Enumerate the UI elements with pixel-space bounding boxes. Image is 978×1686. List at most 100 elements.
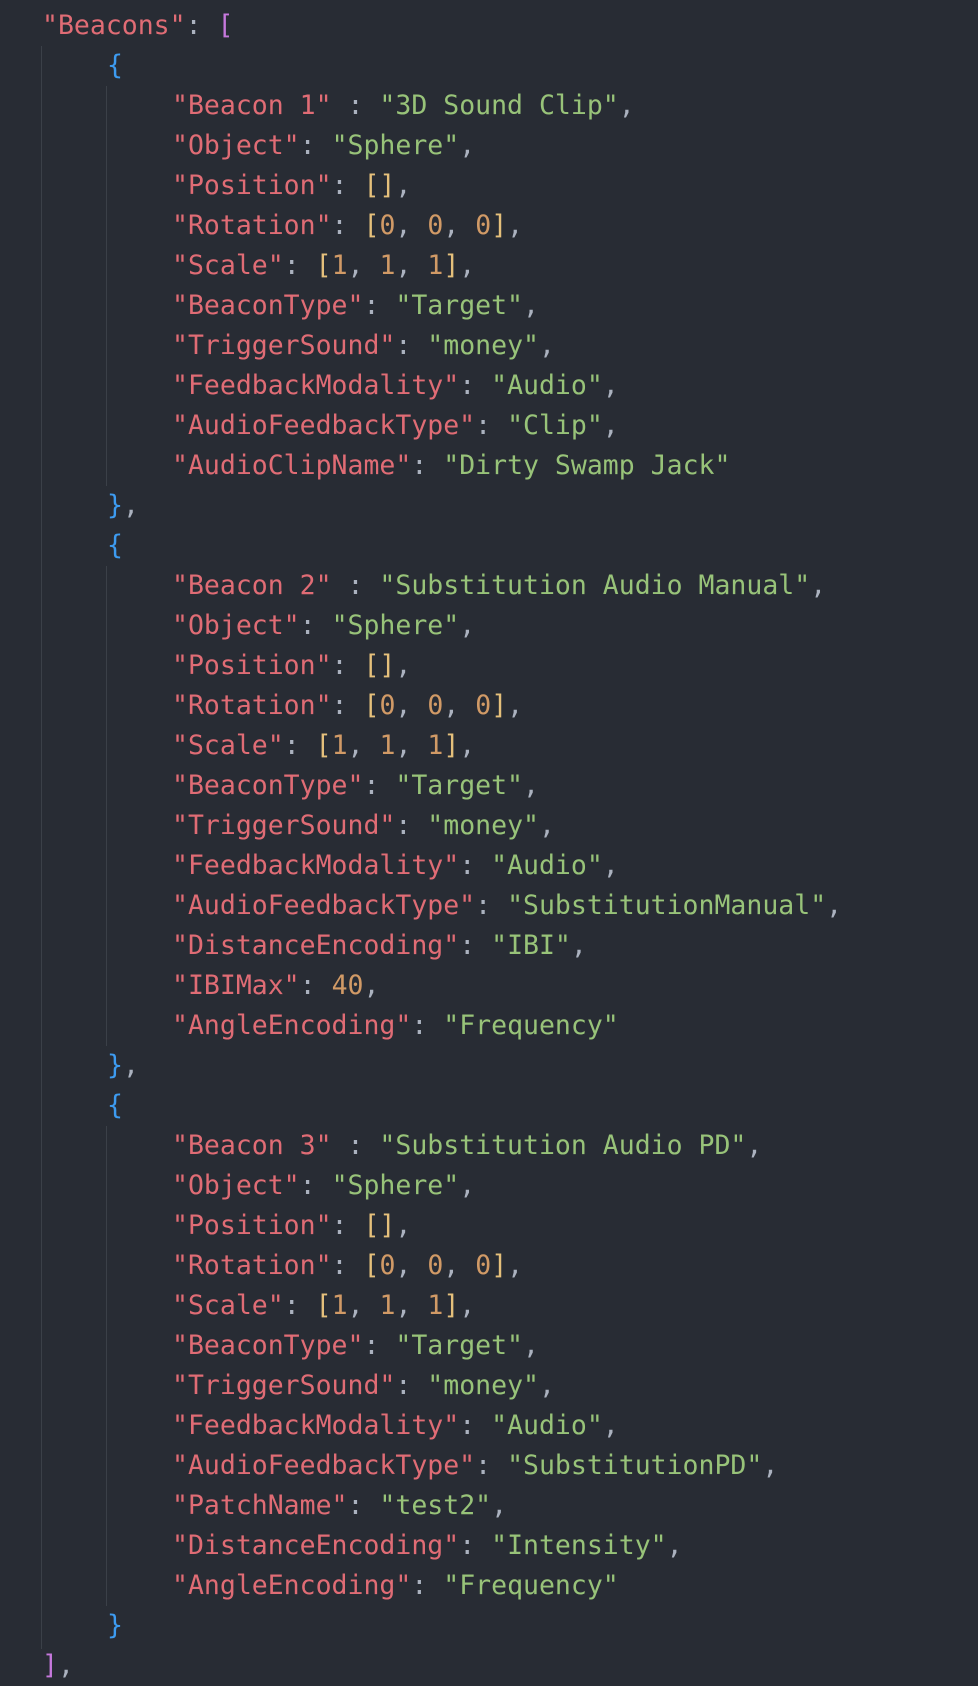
string-value: "Target"	[395, 290, 524, 321]
json-key: "Scale"	[172, 250, 284, 281]
code-line: "Object": "Sphere",	[172, 126, 475, 166]
string-value: "money"	[427, 810, 539, 841]
number-value: 1	[427, 730, 444, 761]
json-key: "DistanceEncoding"	[172, 1530, 460, 1561]
punctuation: ,	[347, 730, 380, 761]
number-value: 0	[379, 690, 396, 721]
punctuation: ,	[57, 1650, 74, 1681]
bracket: ]	[42, 1650, 58, 1681]
string-value: "money"	[427, 330, 539, 361]
punctuation: ,	[122, 1050, 139, 1081]
punctuation: :	[331, 1130, 380, 1161]
indent-guide-level1	[41, 46, 42, 1649]
code-line: "TriggerSound": "money",	[172, 326, 555, 366]
code-line: "AudioFeedbackType": "SubstitutionPD",	[172, 1446, 778, 1486]
code-line: "BeaconType": "Target",	[172, 286, 539, 326]
code-line: "Rotation": [0, 0, 0],	[172, 1246, 523, 1286]
number-value: 1	[379, 250, 396, 281]
brace: }	[107, 1050, 123, 1081]
punctuation: ,	[523, 1330, 539, 1361]
punctuation: ,	[602, 1410, 619, 1441]
number-value: 1	[427, 250, 444, 281]
punctuation: ,	[570, 930, 587, 961]
code-editor[interactable]: "Beacons": [{"Beacon 1" : "3D Sound Clip…	[0, 0, 978, 1683]
punctuation: :	[331, 1210, 364, 1241]
string-value: "Dirty Swamp Jack"	[443, 450, 731, 481]
json-key: "Beacon 1"	[172, 90, 332, 121]
json-key: "TriggerSound"	[172, 330, 396, 361]
code-line: }	[107, 1606, 123, 1646]
indent-guide-level2-block3	[106, 1126, 107, 1606]
json-key: "TriggerSound"	[172, 810, 396, 841]
string-value: "SubstitutionPD"	[507, 1450, 763, 1481]
string-value: "Sphere"	[331, 130, 460, 161]
json-key: "PatchName"	[172, 1490, 348, 1521]
number-value: 0	[427, 1250, 444, 1281]
code-line: "PatchName": "test2",	[172, 1486, 507, 1526]
json-key: "Object"	[172, 130, 300, 161]
punctuation: :	[411, 450, 444, 481]
array-bracket: [	[363, 210, 380, 241]
json-key: "AudioFeedbackType"	[172, 890, 476, 921]
punctuation: :	[331, 90, 380, 121]
punctuation: :	[283, 730, 316, 761]
json-key: "FeedbackModality"	[172, 370, 460, 401]
punctuation: :	[331, 570, 380, 601]
indent-guide-level2-block1	[106, 86, 107, 486]
code-line: "Beacon 2" : "Substitution Audio Manual"…	[172, 566, 826, 606]
json-key: "Beacon 2"	[172, 570, 332, 601]
string-value: "IBI"	[491, 930, 571, 961]
brace: {	[107, 1090, 123, 1121]
punctuation: :	[475, 1450, 508, 1481]
punctuation: ,	[762, 1450, 779, 1481]
code-line: "AudioFeedbackType": "SubstitutionManual…	[172, 886, 842, 926]
punctuation: ,	[602, 370, 619, 401]
json-key: "Rotation"	[172, 210, 332, 241]
array-bracket: []	[363, 170, 396, 201]
punctuation: ,	[507, 210, 524, 241]
punctuation: :	[363, 290, 396, 321]
punctuation: :	[475, 890, 508, 921]
punctuation: ,	[523, 290, 539, 321]
punctuation: ,	[459, 730, 476, 761]
punctuation: ,	[507, 1250, 524, 1281]
array-bracket: []	[363, 650, 396, 681]
json-key: "Beacons"	[42, 10, 186, 41]
code-line: "AngleEncoding": "Frequency"	[172, 1566, 619, 1606]
code-line: "AngleEncoding": "Frequency"	[172, 1006, 619, 1046]
code-line: "Scale": [1, 1, 1],	[172, 246, 475, 286]
json-key: "Rotation"	[172, 1250, 332, 1281]
string-value: "Sphere"	[331, 1170, 460, 1201]
json-key: "Position"	[172, 170, 332, 201]
punctuation: ,	[395, 250, 428, 281]
punctuation: ,	[459, 130, 476, 161]
code-line: },	[107, 1046, 139, 1086]
code-line: "Rotation": [0, 0, 0],	[172, 686, 523, 726]
number-value: 1	[379, 1290, 396, 1321]
string-value: "Substitution Audio Manual"	[379, 570, 811, 601]
punctuation: ,	[395, 210, 428, 241]
string-value: "Audio"	[491, 850, 603, 881]
punctuation: ,	[443, 210, 476, 241]
json-key: "AudioFeedbackType"	[172, 1450, 476, 1481]
code-line: "BeaconType": "Target",	[172, 766, 539, 806]
code-line: "BeaconType": "Target",	[172, 1326, 539, 1366]
punctuation: ,	[538, 810, 555, 841]
code-line: "TriggerSound": "money",	[172, 806, 555, 846]
punctuation: :	[331, 210, 364, 241]
number-value: 0	[475, 1250, 492, 1281]
json-key: "AudioFeedbackType"	[172, 410, 476, 441]
code-line: "Rotation": [0, 0, 0],	[172, 206, 523, 246]
string-value: "Target"	[395, 1330, 524, 1361]
json-key: "BeaconType"	[172, 1330, 364, 1361]
code-line: "Object": "Sphere",	[172, 606, 475, 646]
punctuation: ,	[395, 650, 412, 681]
number-value: 0	[427, 690, 444, 721]
punctuation: :	[363, 1330, 396, 1361]
code-line: "Position": [],	[172, 1206, 411, 1246]
string-value: "Substitution Audio PD"	[379, 1130, 747, 1161]
code-line: "AudioClipName": "Dirty Swamp Jack"	[172, 446, 730, 486]
string-value: "Clip"	[507, 410, 603, 441]
string-value: "Audio"	[491, 1410, 603, 1441]
json-key: "BeaconType"	[172, 770, 364, 801]
